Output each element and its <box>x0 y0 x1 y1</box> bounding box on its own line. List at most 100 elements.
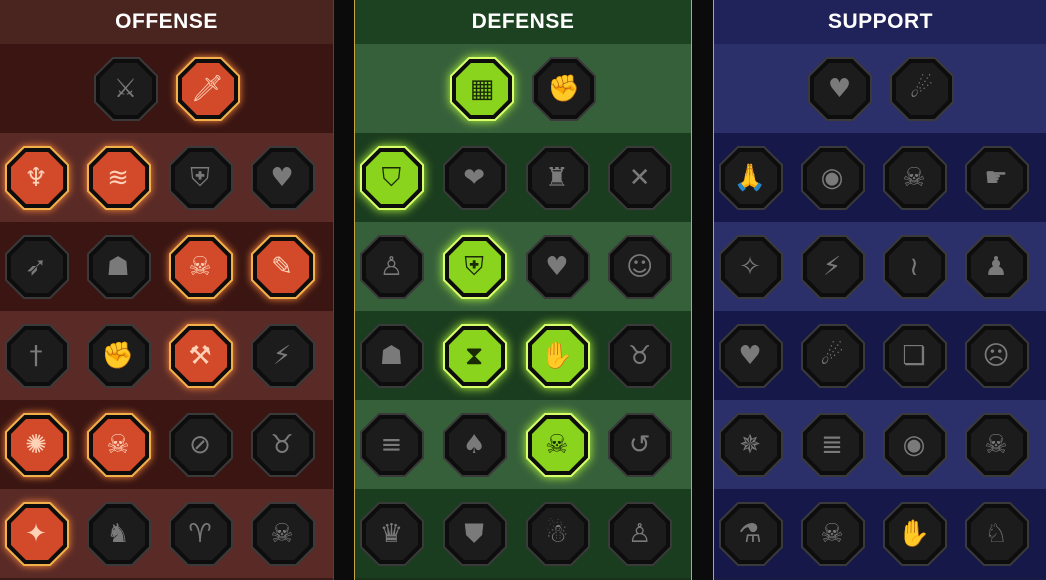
brute-icon: ♉ <box>270 429 294 460</box>
armor-plates-icon: ▦ <box>469 73 495 104</box>
support-talent-node[interactable]: ✵ <box>719 412 783 477</box>
poison-flask-icon: ⚗ <box>738 518 762 549</box>
support-talent-node[interactable]: ✧ <box>719 234 783 299</box>
offense-tier-row: ♆ ≋ ⛨ ♥ <box>0 133 333 222</box>
defense-talent-node[interactable]: ⛊ <box>442 501 507 566</box>
defense-tier-row: ⛉ ❤ ♜ ✕ <box>355 133 691 222</box>
defense-tier-row: ♙ ⛨ ♥ ☺ <box>355 222 691 311</box>
offense-talent-node[interactable]: ⚔ <box>93 56 158 121</box>
archer-icon: ➶ <box>25 251 47 282</box>
offense-talent-node[interactable]: ✊ <box>87 323 151 388</box>
offense-talent-node[interactable]: ♆ <box>5 145 69 210</box>
offense-talent-node[interactable]: † <box>5 323 69 388</box>
support-talent-node[interactable]: ♥ <box>719 323 783 388</box>
offense-talent-node[interactable]: ➶ <box>5 234 69 299</box>
defense-talent-node[interactable]: ❤ <box>442 145 507 210</box>
support-talent-node[interactable]: ♥ <box>807 56 872 121</box>
compass-star-icon: ✵ <box>739 429 761 460</box>
defense-talent-node[interactable]: ☺ <box>608 234 673 299</box>
support-talent-node[interactable]: ⚡ <box>801 234 865 299</box>
support-talent-node[interactable]: ☠ <box>801 501 865 566</box>
column-gap <box>334 0 354 580</box>
eye-icon: ◉ <box>902 429 926 460</box>
defense-talent-node[interactable]: ♛ <box>360 501 424 566</box>
crack-icon: ≀ <box>909 251 919 282</box>
support-talent-node[interactable]: ◉ <box>801 145 865 210</box>
defense-talent-node[interactable]: ♥ <box>525 234 590 299</box>
support-talent-node[interactable]: ☛ <box>965 145 1029 210</box>
offense-talent-node[interactable]: ☗ <box>87 234 151 299</box>
offense-talent-node[interactable]: ☠ <box>169 234 233 299</box>
offense-talent-node[interactable]: ⚒ <box>169 323 233 388</box>
defense-talent-node[interactable]: ▦ <box>450 56 514 121</box>
offense-talent-node[interactable]: ♞ <box>87 501 151 566</box>
offense-talent-node[interactable]: ⊘ <box>169 412 233 477</box>
defense-talent-node[interactable]: ⛨ <box>442 234 507 299</box>
defense-talent-node[interactable]: ☗ <box>360 323 424 388</box>
support-talent-node[interactable]: ⚗ <box>719 501 783 566</box>
support-talent-node[interactable]: ❏ <box>883 323 947 388</box>
offense-talent-node[interactable]: 🗡 <box>175 56 240 121</box>
offense-talent-node[interactable]: ♥ <box>251 145 315 210</box>
defense-talent-node[interactable]: ♙ <box>608 501 673 566</box>
defense-talent-node[interactable]: ≡ <box>360 412 424 477</box>
speed-boot-icon: ≣ <box>821 429 843 460</box>
support-tier-row: ⚗ ☠ ✋ ♘ <box>714 489 1046 578</box>
support-talent-node[interactable]: ♟ <box>965 234 1029 299</box>
defense-talent-node[interactable]: ⛉ <box>360 145 424 210</box>
offense-talent-node[interactable]: ☠ <box>251 501 315 566</box>
support-talent-node[interactable]: ◉ <box>883 412 947 477</box>
praying-hands-icon: 🙏 <box>733 162 767 193</box>
offense-talent-node[interactable]: ✺ <box>5 412 69 477</box>
heart-icon: ♥ <box>545 251 569 282</box>
defense-talent-node[interactable]: ✕ <box>608 145 673 210</box>
defense-talent-node[interactable]: ✊ <box>532 56 596 121</box>
offense-talent-node[interactable]: ⚡ <box>251 323 315 388</box>
shadow-figures-icon: ♟ <box>984 251 1008 282</box>
defense-column: DEFENSE ▦ ✊ ⛉ ❤ ♜ ✕ ♙ ⛨ ♥ ☺ ☗ ⧗ ✋ ♉ ≡ ♠ ☠ ↺ ♛ ⛊ ☃ ♙ <box>354 0 692 580</box>
offense-talent-node[interactable]: ⛨ <box>169 145 233 210</box>
defense-talent-node[interactable]: ✋ <box>525 323 590 388</box>
support-tier-row: ✵ ≣ ◉ ☠ <box>714 400 1046 489</box>
defense-talent-node[interactable]: ♉ <box>608 323 673 388</box>
offense-talent-node[interactable]: ☠ <box>87 412 151 477</box>
defense-talent-node[interactable]: ☃ <box>525 501 590 566</box>
hourglass-sun-icon: ⧗ <box>464 340 484 371</box>
support-talent-node[interactable]: ✋ <box>883 501 947 566</box>
offense-talent-node[interactable]: ♉ <box>251 412 315 477</box>
ripple-shield-icon: ◉ <box>820 162 844 193</box>
triple-drops-icon: ♠ <box>462 429 486 460</box>
angry-face-icon: ☹ <box>982 340 1010 371</box>
support-talent-node[interactable]: ≣ <box>801 412 865 477</box>
support-talent-node[interactable]: ☄ <box>889 56 954 121</box>
fist-hammer-icon: ✊ <box>101 340 135 371</box>
support-talent-node[interactable]: ≀ <box>883 234 947 299</box>
offense-talent-node[interactable]: ✦ <box>5 501 69 566</box>
defense-talent-node[interactable]: ☠ <box>525 412 590 477</box>
support-talent-node[interactable]: ☄ <box>801 323 865 388</box>
offense-talent-node[interactable]: ✎ <box>251 234 315 299</box>
support-talent-node[interactable]: ♘ <box>965 501 1029 566</box>
offense-talent-node[interactable]: ♈ <box>169 501 233 566</box>
defense-talent-node[interactable]: ⧗ <box>442 323 507 388</box>
lightning-brackets-icon: ⚡ <box>822 251 842 282</box>
defense-talent-node[interactable]: ♙ <box>360 234 424 299</box>
support-talent-node[interactable]: ☠ <box>883 145 947 210</box>
support-talent-node[interactable]: ☹ <box>965 323 1029 388</box>
stone-golem-icon: ♜ <box>545 162 569 193</box>
spiked-heart-icon: ♥ <box>270 162 294 193</box>
chevron-shield-icon: ⛉ <box>381 162 402 193</box>
support-tier-row: ♥ ☄ <box>714 44 1046 133</box>
eagle-head-icon: ♘ <box>984 518 1008 549</box>
offense-talent-node[interactable]: ≋ <box>87 145 151 210</box>
defense-header: DEFENSE <box>355 0 691 44</box>
support-talent-node[interactable]: 🙏 <box>719 145 783 210</box>
defense-talent-node[interactable]: ↺ <box>608 412 673 477</box>
support-talent-node[interactable]: ☠ <box>965 412 1029 477</box>
support-header: SUPPORT <box>714 0 1046 44</box>
support-tier-row: ✧ ⚡ ≀ ♟ <box>714 222 1046 311</box>
defense-talent-node[interactable]: ♠ <box>442 412 507 477</box>
support-column: SUPPORT ♥ ☄ 🙏 ◉ ☠ ☛ ✧ ⚡ ≀ ♟ ♥ ☄ ❏ ☹ ✵ ≣ ◉ ☠ ⚗ ☠ ✋ ♘ <box>713 0 1046 580</box>
knight-helm-icon: ♞ <box>106 518 130 549</box>
defense-talent-node[interactable]: ♜ <box>525 145 590 210</box>
